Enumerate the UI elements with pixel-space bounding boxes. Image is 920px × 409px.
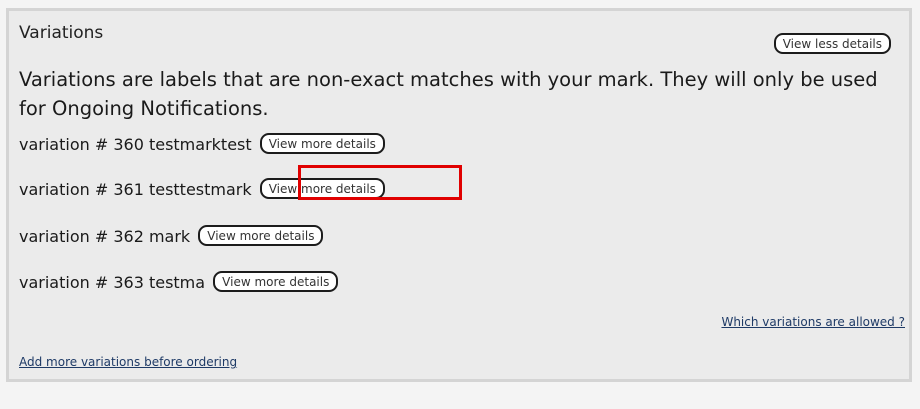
view-less-details-button[interactable]: View less details [773,33,891,54]
view-more-details-button-363[interactable]: View more details [213,271,339,292]
page: Variations View less details Variations … [0,0,920,409]
which-variations-allowed-link[interactable]: Which variations are allowed ? [721,315,905,329]
variation-row-363: variation # 363 testma View more details [19,271,339,294]
view-more-details-button-361[interactable]: View more details [259,178,385,199]
variations-description: Variations are labels that are non-exact… [19,68,878,120]
view-more-details-button-362[interactable]: View more details [198,225,324,246]
variation-row-362: variation # 362 mark View more details [19,225,324,248]
variation-row-361: variation # 361 testtestmark View more d… [19,178,385,201]
add-more-variations-link[interactable]: Add more variations before ordering [19,355,237,369]
variation-label: variation # 361 testtestmark [19,180,252,199]
variation-label: variation # 360 testmarktest [19,135,252,154]
view-more-details-button-360[interactable]: View more details [259,133,385,154]
variation-label: variation # 363 testma [19,273,206,292]
variation-row-360: variation # 360 testmarktest View more d… [19,133,385,156]
variation-label: variation # 362 mark [19,227,191,246]
panel-title: Variations [19,23,104,43]
variations-panel: Variations View less details Variations … [6,8,912,382]
